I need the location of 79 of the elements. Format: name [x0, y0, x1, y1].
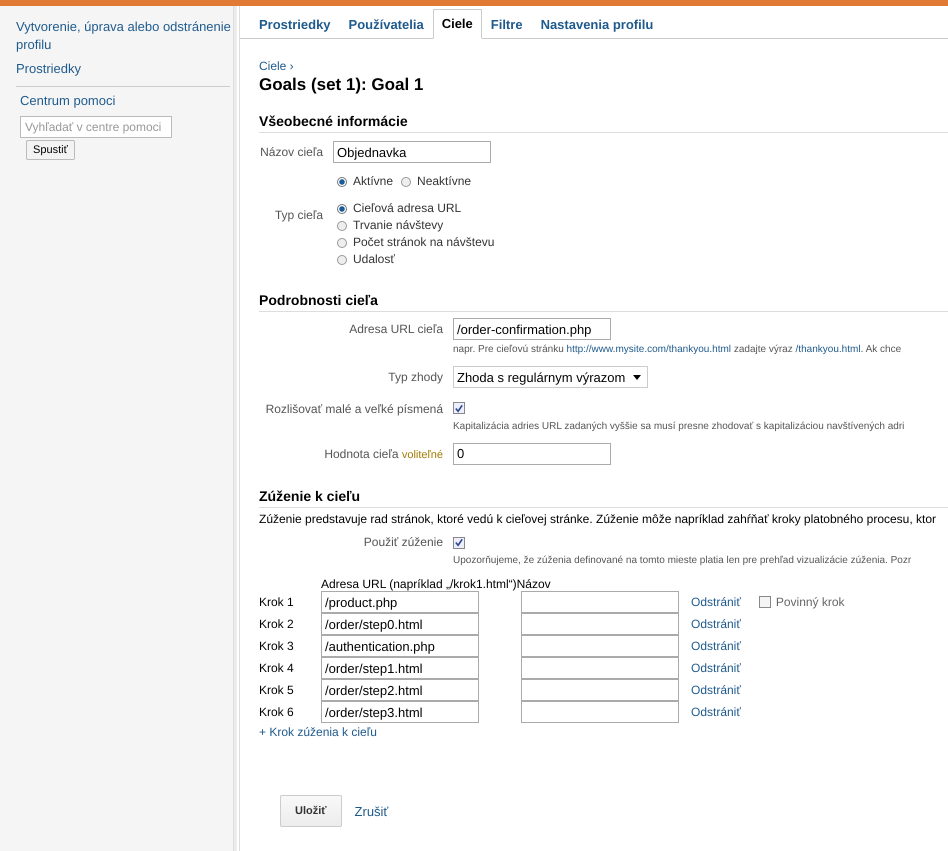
step-name-field[interactable] [521, 613, 679, 635]
add-step-link[interactable]: + Krok zúženia k cieľu [259, 725, 948, 739]
funnel-description: Zúženie predstavuje rad stránok, ktoré vedú k cieľovej stránke. Zúženie môže napríklad zahŕňať kroky platobného procesu, ktor [259, 512, 938, 526]
remove-link[interactable]: Odstrániť [691, 595, 741, 609]
remove-link[interactable]: Odstrániť [691, 661, 741, 675]
optional-tag: voliteľné [402, 448, 443, 460]
field-label: Použiť zúženie [362, 534, 443, 550]
step-label: Krok 3 [259, 639, 295, 653]
remove-link[interactable]: Odstrániť [691, 639, 741, 653]
radio-button[interactable] [401, 176, 412, 186]
radio-button[interactable] [337, 220, 347, 230]
hint-text: Upozorňujeme, že zúženia definované na tomto mieste platia len pre prehľad vizualizácie zúženia. Pozr [453, 554, 912, 567]
example-link[interactable]: /thankyou.html [796, 344, 861, 355]
step-url-field[interactable]: /order/step2.html [321, 679, 479, 701]
field-label: Názov cieľa [259, 145, 323, 159]
radio-button[interactable] [337, 204, 347, 214]
goal-value-field[interactable]: 0 [453, 442, 611, 464]
radio-button[interactable] [337, 176, 347, 186]
remove-link[interactable]: Odstrániť [691, 617, 741, 631]
sidebar-link[interactable]: Vytvorenie, úprava alebo odstránenie profilu [16, 18, 231, 54]
step-name-field[interactable] [521, 679, 679, 701]
checkbox[interactable] [453, 536, 465, 548]
step-name-field[interactable] [521, 701, 679, 723]
step-label: Krok 5 [259, 683, 295, 697]
field-label: Hodnota cieľa [324, 446, 399, 460]
checkbox[interactable] [453, 402, 465, 414]
tab[interactable]: Nastavenia profilu [532, 10, 662, 39]
caret-icon [633, 374, 642, 380]
help-center-title: Centrum pomoci [20, 93, 116, 108]
save-button[interactable]: Uložiť [280, 795, 342, 827]
field-label: Typ cieľa [274, 208, 323, 222]
example-link[interactable]: http://www.mysite.com/thankyou.html [566, 344, 732, 355]
remove-link[interactable]: Odstrániť [691, 705, 741, 719]
field-label: Adresa URL cieľa [348, 321, 443, 338]
field-label: Typ zhody [387, 369, 443, 386]
tab[interactable]: Filtre [482, 10, 532, 39]
radio-label: Udalosť [353, 251, 395, 268]
sidebar-link[interactable]: Prostriedky [16, 60, 231, 78]
step-url-field[interactable]: /order/step0.html [321, 613, 479, 635]
goal-name-field[interactable]: Objednavka [333, 141, 491, 163]
step-url-field[interactable]: /authentication.php [321, 635, 479, 657]
radio-button[interactable] [337, 238, 347, 248]
step-label: Krok 1 [259, 595, 295, 609]
checkbox-label: Povinný krok [776, 595, 845, 609]
search-button[interactable]: Spustiť [26, 140, 75, 160]
step-name-field[interactable] [521, 635, 679, 657]
step-label: Krok 4 [259, 661, 295, 675]
page-title: Goals (set 1): Goal 1 [259, 75, 424, 95]
remove-link[interactable]: Odstrániť [691, 683, 741, 697]
step-url-field[interactable]: /product.php [321, 591, 479, 613]
breadcrumb-link[interactable]: Ciele › [259, 59, 948, 73]
section-heading: Všeobecné informácie [259, 113, 948, 133]
column-header: Názov [516, 577, 551, 591]
step-label: Krok 6 [259, 705, 295, 719]
tab[interactable]: Ciele [432, 9, 482, 39]
section-heading: Zúženie k cieľu [259, 488, 948, 508]
search-field[interactable]: Vyhľadať v centre pomoci [20, 116, 172, 138]
radio-label: Aktívne [353, 173, 394, 190]
cancel-link[interactable]: Zrušiť [354, 804, 388, 818]
radio-label: Trvanie návštevy [353, 217, 444, 234]
goal-url-field[interactable]: /order-confirmation.php [453, 318, 611, 340]
checkbox[interactable] [758, 596, 771, 608]
hint-text: napr. Pre cieľovú stránku http://www.mysite.com/thankyou.html zadajte výraz /thankyou.html. Ak chce [453, 343, 902, 356]
radio-label: Neaktívne [417, 173, 472, 190]
tab[interactable]: Prostriedky [250, 10, 340, 39]
section-heading: Podrobnosti cieľa [259, 292, 948, 312]
radio-label: Počet stránok na návštevu [353, 234, 494, 251]
radio-label: Cieľová adresa URL [353, 200, 462, 217]
hint-text: Kapitalizácia adries URL zadaných vyššie sa musí presne zhodovať s kapitalizáciou navštívených adri [453, 420, 906, 432]
step-label: Krok 2 [259, 617, 295, 631]
match-type-dropdown[interactable]: Zhoda s regulárnym výrazom [453, 366, 648, 388]
column-header: Adresa URL (napríklad „/krok1.html“) [321, 577, 517, 591]
step-url-field[interactable]: /order/step1.html [321, 657, 479, 679]
step-name-field[interactable] [521, 591, 679, 613]
step-url-field[interactable]: /order/step3.html [321, 701, 479, 723]
field-label: Rozlišovať malé a veľké písmená [264, 401, 443, 418]
radio-button[interactable] [337, 254, 347, 264]
step-name-field[interactable] [521, 657, 679, 679]
tab[interactable]: Používatelia [340, 10, 433, 39]
